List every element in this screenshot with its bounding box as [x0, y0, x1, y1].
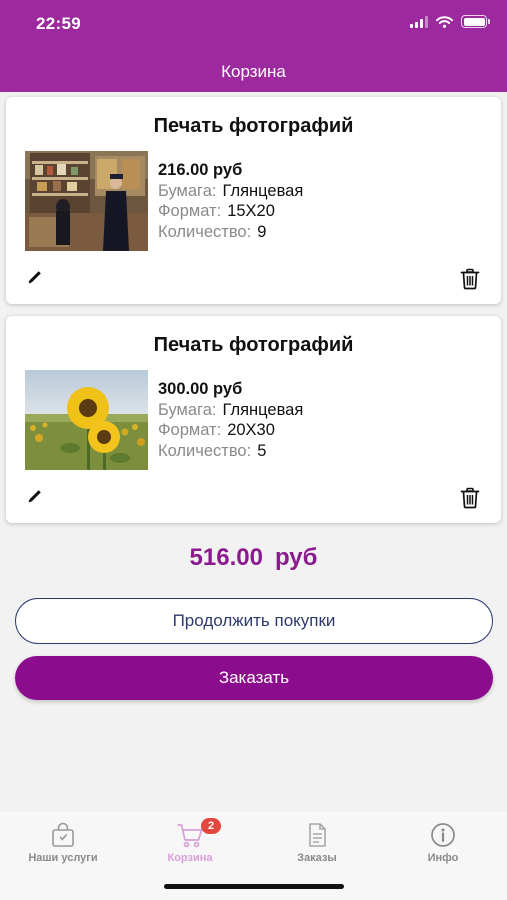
cart-item-card: Печать фотографий — [6, 316, 501, 523]
tab-label: Корзина — [167, 852, 213, 864]
home-indicator — [164, 884, 344, 889]
format-label: Формат: — [158, 202, 222, 220]
quantity-row: Количество: 5 — [158, 441, 303, 462]
order-button[interactable]: Заказать — [15, 656, 493, 700]
cart-item-details: 300.00 руб Бумага: Глянцевая Формат: 20X30… — [158, 379, 303, 461]
edit-icon[interactable] — [26, 268, 44, 286]
tab-info[interactable]: Инфо — [383, 822, 503, 864]
app-header: 22:59 Корзина — [0, 0, 507, 92]
tab-label: Заказы — [297, 852, 337, 864]
sunflowers-photo — [25, 370, 148, 470]
quantity-value: 9 — [257, 222, 267, 241]
format-row: Формат: 15X20 — [158, 201, 303, 222]
cart-item-price: 216.00 руб — [158, 161, 243, 179]
tab-label: Наши услуги — [28, 852, 98, 864]
format-value: 15X20 — [227, 202, 275, 220]
document-icon — [309, 823, 326, 847]
paper-row: Бумага: Глянцевая — [158, 181, 303, 202]
paper-label: Бумага: — [158, 400, 217, 419]
cart-item-card: Печать фотографий — [6, 97, 501, 304]
page-title: Корзина — [221, 62, 286, 81]
trash-icon[interactable] — [460, 268, 480, 290]
shop-interior-photo — [25, 151, 148, 251]
quantity-label: Количество: — [158, 441, 252, 460]
continue-shopping-button[interactable]: Продолжить покупки — [15, 598, 493, 644]
cart-count-badge: 2 — [201, 818, 221, 834]
quantity-label: Количество: — [158, 222, 252, 241]
tab-orders[interactable]: Заказы — [257, 822, 377, 864]
wifi-icon — [436, 15, 453, 28]
format-label: Формат: — [158, 421, 222, 439]
trash-icon[interactable] — [460, 487, 480, 509]
tab-services[interactable]: Наши услуги — [3, 822, 123, 864]
signal-icon — [410, 15, 428, 28]
paper-label: Бумага: — [158, 181, 217, 200]
battery-icon — [461, 15, 490, 28]
status-icons — [410, 15, 490, 28]
total-amount: 516.00 — [189, 544, 263, 571]
edit-icon[interactable] — [26, 487, 44, 505]
info-icon — [431, 823, 455, 847]
bag-icon — [52, 822, 74, 847]
total-currency: руб — [274, 544, 318, 571]
format-row: Формат: 20X30 — [158, 420, 303, 441]
cart-icon — [177, 824, 203, 848]
status-time: 22:59 — [36, 14, 81, 33]
cart-item-details: 216.00 руб Бумага: Глянцевая Формат: 15X20… — [158, 160, 303, 242]
cart-item-title: Печать фотографий — [153, 115, 354, 137]
quantity-row: Количество: 9 — [158, 222, 303, 243]
quantity-value: 5 — [257, 441, 267, 460]
paper-value: Глянцевая — [222, 400, 304, 419]
tab-cart[interactable]: 2 Корзина — [130, 818, 250, 864]
format-value: 20X30 — [227, 421, 275, 439]
paper-value: Глянцевая — [222, 181, 304, 200]
cart-total: 516.00 руб — [0, 544, 507, 572]
tab-label: Инфо — [427, 852, 459, 864]
cart-item-title: Печать фотографий — [153, 334, 354, 356]
paper-row: Бумага: Глянцевая — [158, 400, 303, 421]
cart-item-price: 300.00 руб — [158, 380, 243, 398]
